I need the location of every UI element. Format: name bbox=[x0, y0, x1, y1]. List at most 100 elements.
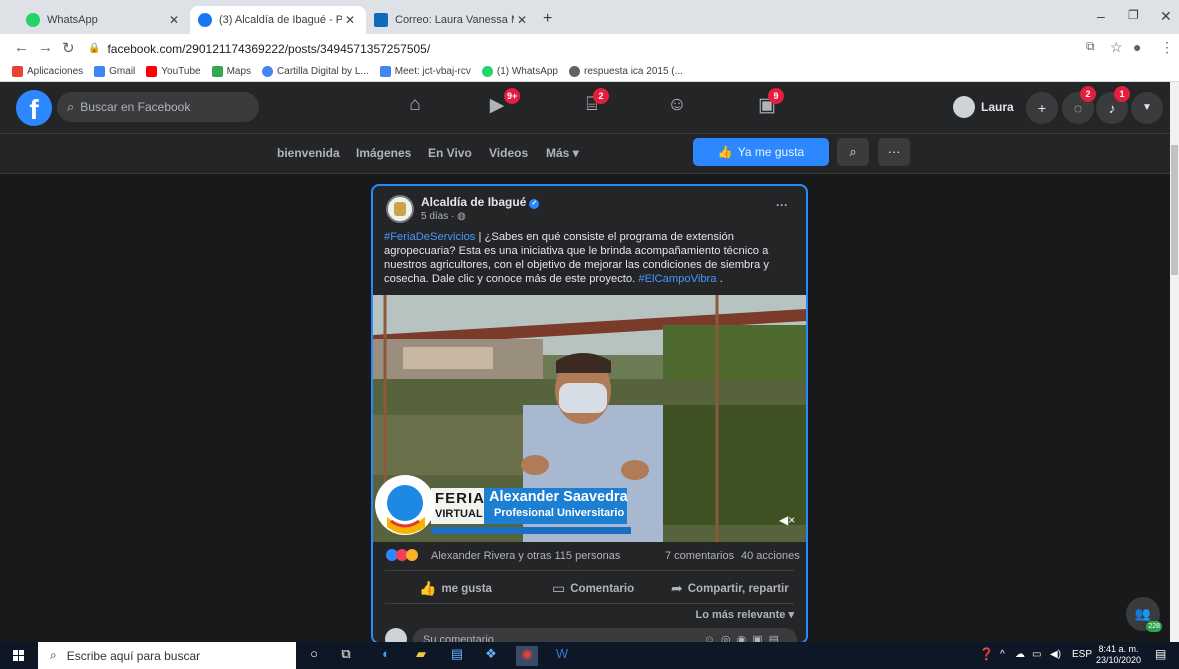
tab-facebook[interactable]: (3) Alcaldía de Ibagué - Publicaci ✕ bbox=[190, 6, 366, 34]
dropbox-icon[interactable]: ❖ bbox=[480, 646, 502, 666]
page-more-button[interactable]: ··· bbox=[878, 138, 910, 166]
notifications-bell-icon[interactable]: ♪ 1 bbox=[1096, 86, 1130, 124]
comment-button[interactable]: ▭ Comentario bbox=[552, 580, 634, 597]
windows-start-icon[interactable] bbox=[13, 650, 25, 662]
marketplace-icon[interactable]: ⌸ 2 bbox=[577, 88, 609, 120]
create-button[interactable]: + bbox=[1026, 92, 1058, 124]
subnav-videos[interactable]: Videos bbox=[489, 146, 528, 160]
edge-icon[interactable]: ◐ bbox=[375, 646, 397, 666]
like-button[interactable]: 👍 me gusta bbox=[419, 580, 492, 597]
network-icon[interactable]: ▭ bbox=[1032, 649, 1041, 660]
page-subnav: bienvenida Imágenes En Vivo Videos Más ▾… bbox=[0, 134, 1170, 174]
bookmark-label: YouTube bbox=[161, 66, 201, 77]
lock-icon: 🔒 bbox=[88, 43, 101, 54]
hashtag-link[interactable]: #ElCampoVibra bbox=[638, 273, 716, 285]
word-icon[interactable]: W bbox=[551, 646, 573, 666]
groups-icon[interactable]: ☺ bbox=[662, 94, 692, 120]
taskbar-clock[interactable]: 8:41 a. m. 23/10/2020 bbox=[1096, 644, 1141, 666]
subnav-bienvenida[interactable]: bienvenida bbox=[277, 146, 340, 160]
tab-outlook[interactable]: Correo: Laura Vanessa Morales S ✕ bbox=[366, 6, 538, 34]
bookmark-cartilla[interactable]: Cartilla Digital by L... bbox=[262, 66, 369, 77]
whatsapp-icon bbox=[481, 66, 493, 77]
close-tab-icon[interactable]: ✕ bbox=[514, 13, 530, 27]
bookmark-maps[interactable]: Maps bbox=[211, 66, 251, 77]
store-icon[interactable]: ▤ bbox=[446, 646, 468, 666]
tab-title: (3) Alcaldía de Ibagué - Publicaci bbox=[219, 14, 342, 26]
url-field[interactable]: 🔒 facebook.com/290121174369222/posts/349… bbox=[88, 38, 1068, 59]
mute-icon[interactable]: ◀× bbox=[779, 513, 795, 527]
share-label: Compartir, repartir bbox=[687, 582, 789, 595]
shares-count[interactable]: 40 acciones bbox=[741, 550, 800, 562]
comments-count[interactable]: 7 comentarios bbox=[665, 550, 734, 562]
post-video[interactable]: FERIA VIRTUAL Alexander Saavedra Profesi… bbox=[373, 295, 806, 542]
close-tab-icon[interactable]: ✕ bbox=[166, 13, 182, 27]
close-tab-icon[interactable]: ✕ bbox=[342, 13, 358, 27]
hashtag-link[interactable]: #FeriaDeServicios bbox=[384, 231, 475, 243]
bookmark-youtube[interactable]: YouTube bbox=[146, 66, 201, 77]
menu-kebab-icon[interactable]: ⋮ bbox=[1160, 39, 1174, 56]
file-explorer-icon[interactable]: ▰ bbox=[410, 646, 432, 666]
tab-title: Correo: Laura Vanessa Morales S bbox=[395, 14, 514, 26]
bookmark-meet[interactable]: Meet: jct-vbaj-rcv bbox=[379, 66, 471, 77]
tray-expand-icon[interactable]: ^ bbox=[1000, 649, 1005, 660]
comment-sort-dropdown[interactable]: Lo más relevante ▾ bbox=[696, 608, 794, 621]
page-search-button[interactable]: ⌕ bbox=[837, 138, 869, 166]
post-timestamp[interactable]: 5 días · ◍ bbox=[421, 211, 466, 222]
share-button[interactable]: ➦ Compartir, repartir bbox=[671, 580, 789, 597]
subnav-mas[interactable]: Más ▾ bbox=[546, 146, 579, 160]
volume-icon[interactable]: ◀) bbox=[1050, 649, 1061, 660]
globe-icon bbox=[262, 66, 274, 77]
subnav-en-vivo[interactable]: En Vivo bbox=[428, 146, 472, 160]
contacts-chat-button[interactable]: 👥 228 bbox=[1126, 597, 1162, 632]
post-author[interactable]: Alcaldía de Ibagué ✓ bbox=[421, 195, 540, 209]
bookmark-apps[interactable]: Aplicaciones bbox=[12, 66, 83, 77]
bookmark-label: respuesta ica 2015 (... bbox=[584, 66, 683, 77]
cortana-icon[interactable]: ○ bbox=[303, 646, 325, 666]
profile-button[interactable]: Laura bbox=[953, 92, 1014, 122]
page-liked-button[interactable]: 👍 Ya me gusta bbox=[693, 138, 829, 166]
bookmark-star-icon[interactable]: ☆ bbox=[1110, 39, 1123, 56]
home-icon[interactable]: ⌂ bbox=[400, 94, 430, 120]
post-text: #FeriaDeServicios | ¿Sabes en qué consis… bbox=[384, 230, 802, 286]
tab-whatsapp[interactable]: WhatsApp ✕ bbox=[18, 6, 190, 34]
page-liked-label: Ya me gusta bbox=[737, 145, 805, 159]
notifications-center-icon[interactable]: ▤ bbox=[1155, 647, 1166, 661]
language-indicator[interactable]: ESP bbox=[1072, 649, 1092, 660]
reactions-text[interactable]: Alexander Rivera y otras 115 personas bbox=[431, 550, 620, 562]
watch-icon[interactable]: ▶ 9+ bbox=[482, 88, 521, 120]
help-icon[interactable]: ❓ bbox=[979, 647, 994, 661]
caret-down-icon: ▾ bbox=[788, 609, 794, 621]
chrome-icon[interactable]: ◉ bbox=[516, 646, 538, 666]
messenger-icon[interactable]: ◌ 2 bbox=[1062, 86, 1096, 124]
profile-icon[interactable]: ● bbox=[1133, 39, 1141, 55]
scrollbar-thumb[interactable] bbox=[1171, 145, 1178, 275]
bookmark-whatsapp[interactable]: (1) WhatsApp bbox=[481, 66, 558, 77]
windows-taskbar: ⌕ Escribe aquí para buscar ○ ⧉ ◐ ▰ ▤ ❖ ◉… bbox=[0, 642, 1179, 669]
people-icon: 👥 bbox=[1134, 606, 1152, 621]
outlook-icon bbox=[374, 13, 388, 27]
restore-button[interactable]: ❐ bbox=[1128, 8, 1139, 22]
new-tab-button[interactable]: + bbox=[543, 10, 552, 28]
translate-icon[interactable]: ⧉ bbox=[1086, 39, 1095, 54]
minimize-button[interactable]: – bbox=[1097, 8, 1105, 24]
gaming-icon[interactable]: ▣ 9 bbox=[752, 88, 784, 120]
account-menu-caret-icon[interactable]: ▼ bbox=[1131, 92, 1163, 124]
facebook-search-input[interactable]: ⌕ Buscar en Facebook bbox=[57, 92, 259, 122]
post-author-name: Alcaldía de Ibagué bbox=[421, 195, 527, 209]
page-avatar[interactable] bbox=[386, 195, 414, 223]
back-button[interactable]: ← bbox=[14, 39, 29, 56]
facebook-logo-icon[interactable]: f bbox=[16, 90, 52, 126]
bookmark-gmail[interactable]: Gmail bbox=[94, 66, 135, 77]
onedrive-icon[interactable]: ☁ bbox=[1015, 649, 1025, 660]
avatar bbox=[953, 96, 975, 118]
forward-button[interactable]: → bbox=[38, 39, 53, 56]
comment-sort-label: Lo más relevante bbox=[695, 609, 786, 621]
close-window-button[interactable]: ✕ bbox=[1160, 8, 1172, 25]
reload-button[interactable]: ↻ bbox=[62, 39, 75, 57]
post-options-button[interactable]: ··· bbox=[776, 198, 788, 212]
taskbar-search-input[interactable]: ⌕ Escribe aquí para buscar bbox=[38, 642, 296, 669]
bookmark-respuesta[interactable]: respuesta ica 2015 (... bbox=[569, 66, 683, 77]
subnav-imagenes[interactable]: Imágenes bbox=[356, 146, 411, 160]
reactions-icons[interactable] bbox=[386, 549, 418, 561]
task-view-icon[interactable]: ⧉ bbox=[335, 646, 357, 666]
